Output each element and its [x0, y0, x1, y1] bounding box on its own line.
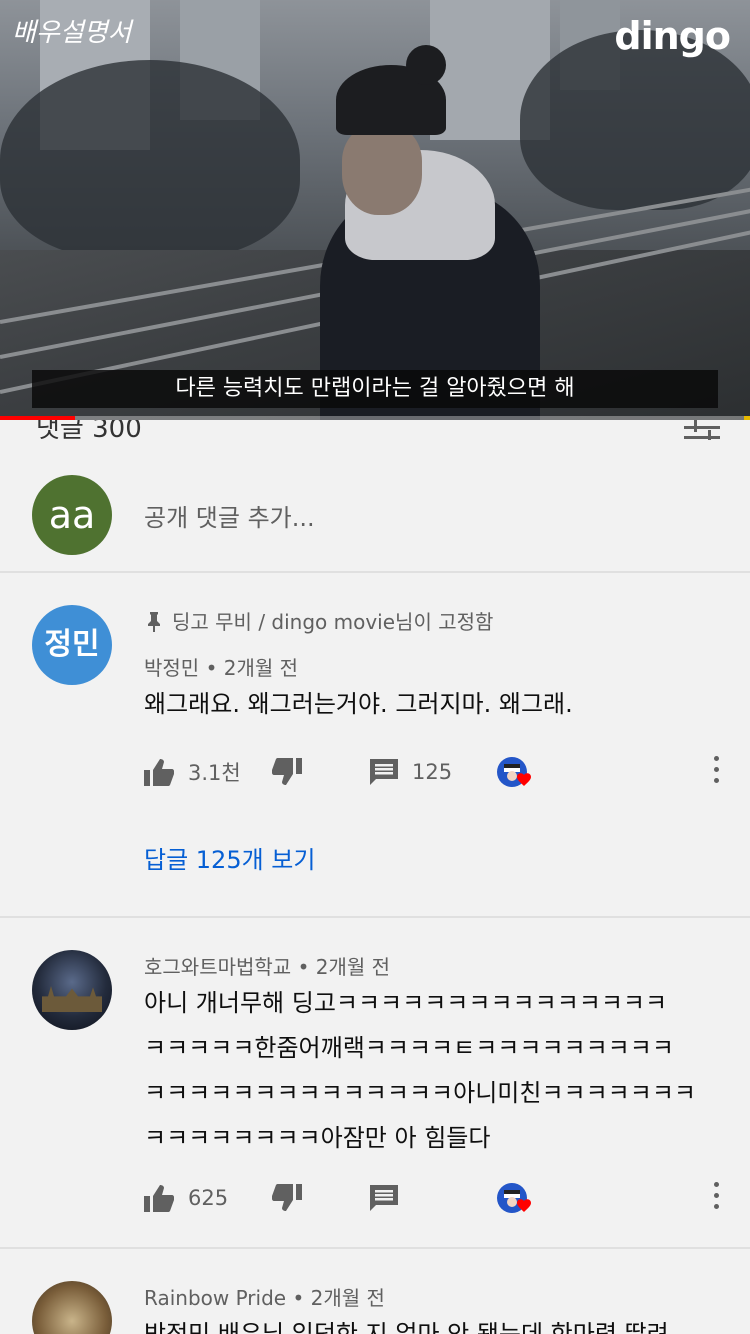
dislike-icon [272, 1184, 302, 1211]
dislike-button[interactable] [272, 752, 302, 792]
video-player[interactable]: 배우설명서 dingo 다른 능력치도 만랩이라는 걸 알아줬으면 해 [0, 0, 750, 420]
video-subtitle: 다른 능력치도 만랩이라는 걸 알아줬으면 해 [32, 370, 718, 408]
channel-logo-left: 배우설명서 [12, 18, 132, 48]
comment-author[interactable]: Rainbow Pride [144, 1286, 286, 1310]
comment-author[interactable]: 호그와트마법학교 [144, 955, 291, 979]
comment-text: 왜그래요. 왜그러는거야. 그러지마. 왜그래. [144, 690, 573, 718]
view-replies-link[interactable]: 답글 125개 보기 [144, 840, 315, 875]
like-button[interactable]: 625 [144, 1178, 228, 1218]
pin-icon [148, 612, 160, 632]
creator-heart-icon [497, 757, 531, 787]
comment-actions: 3.1천 125 [144, 752, 734, 792]
add-comment-input[interactable]: 공개 댓글 추가... [144, 498, 315, 533]
more-vert-icon[interactable] [712, 756, 720, 788]
divider [0, 916, 750, 918]
progress-bar-fill [0, 416, 75, 420]
meta-separator: • [297, 955, 316, 979]
user-avatar[interactable]: aa [32, 475, 112, 555]
reply-button[interactable] [370, 1178, 398, 1218]
comment-time: 2개월 전 [315, 955, 391, 979]
dislike-icon [272, 758, 302, 785]
dislike-button[interactable] [272, 1178, 302, 1218]
comment-meta: 박정민 • 2개월 전 [144, 652, 298, 681]
video-person [320, 45, 540, 420]
more-vert-icon[interactable] [712, 1182, 720, 1214]
comment-item: 호그와트마법학교 • 2개월 전 아니 개너무해 딩고ㅋㅋㅋㅋㅋㅋㅋㅋㅋㅋㅋㅋㅋ… [0, 945, 750, 1247]
reply-icon [370, 1185, 398, 1211]
comment-text-line: ㅋㅋㅋㅋㅋ한줌어깨랙ㅋㅋㅋㅋㅌㅋㅋㅋㅋㅋㅋㅋㅋㅋ [144, 1034, 674, 1062]
comment-avatar[interactable] [32, 950, 112, 1030]
divider [0, 1247, 750, 1249]
meta-separator: • [292, 1286, 311, 1310]
comment-time: 2개월 전 [223, 656, 299, 680]
comment-text-line: ㅋㅋㅋㅋㅋㅋㅋㅋㅋㅋㅋㅋㅋㅋ아니미친ㅋㅋㅋㅋㅋㅋㅋ [144, 1079, 696, 1107]
like-count: 625 [188, 1186, 229, 1210]
pinned-label: 딩고 무비 / dingo movie님이 고정함 [144, 606, 493, 635]
like-button[interactable]: 3.1천 [144, 752, 241, 792]
comment-meta: 호그와트마법학교 • 2개월 전 [144, 951, 390, 980]
background-tree [0, 60, 300, 260]
comment-text-line: ㅋㅋㅋㅋㅋㅋㅋㅋ아잠만 아 힘들다 [144, 1124, 491, 1152]
divider [0, 571, 750, 573]
reply-icon [370, 759, 398, 785]
comment-text-line: 아니 개너무해 딩고ㅋㅋㅋㅋㅋㅋㅋㅋㅋㅋㅋㅋㅋㅋㅋ [144, 989, 668, 1017]
comment-text: 박정민 배우님 입덕한 지 얼마 안 됐는데 한마력 딸려 [144, 1320, 669, 1334]
channel-logo-dingo: dingo [614, 14, 731, 58]
comment-author[interactable]: 박정민 [144, 656, 199, 680]
comment-meta: Rainbow Pride • 2개월 전 [144, 1282, 385, 1311]
like-icon [144, 1185, 174, 1212]
comment-text: 아니 개너무해 딩고ㅋㅋㅋㅋㅋㅋㅋㅋㅋㅋㅋㅋㅋㅋㅋ ㅋㅋㅋㅋㅋ한줌어깨랙ㅋㅋㅋㅋ… [144, 981, 724, 1161]
comment-avatar[interactable]: 정민 [32, 605, 112, 685]
progress-bar[interactable] [0, 416, 750, 420]
comment-item: 정민 딩고 무비 / dingo movie님이 고정함 박정민 • 2개월 전… [0, 600, 750, 916]
like-icon [144, 759, 174, 786]
like-count: 3.1천 [188, 761, 241, 785]
sort-icon[interactable] [684, 420, 720, 440]
comment-time: 2개월 전 [310, 1286, 385, 1310]
reply-count: 125 [412, 760, 453, 784]
progress-bar-marker [744, 416, 750, 420]
comment-actions: 625 [144, 1178, 734, 1218]
reply-button[interactable]: 125 [370, 752, 452, 792]
comment-avatar[interactable] [32, 1281, 112, 1334]
add-comment-row: aa 공개 댓글 추가... [0, 470, 750, 570]
meta-separator: • [205, 656, 224, 680]
comment-item: Rainbow Pride • 2개월 전 박정민 배우님 입덕한 지 얼마 안… [0, 1276, 750, 1334]
pinned-text: 딩고 무비 / dingo movie님이 고정함 [172, 610, 494, 634]
creator-heart-icon [497, 1183, 531, 1213]
